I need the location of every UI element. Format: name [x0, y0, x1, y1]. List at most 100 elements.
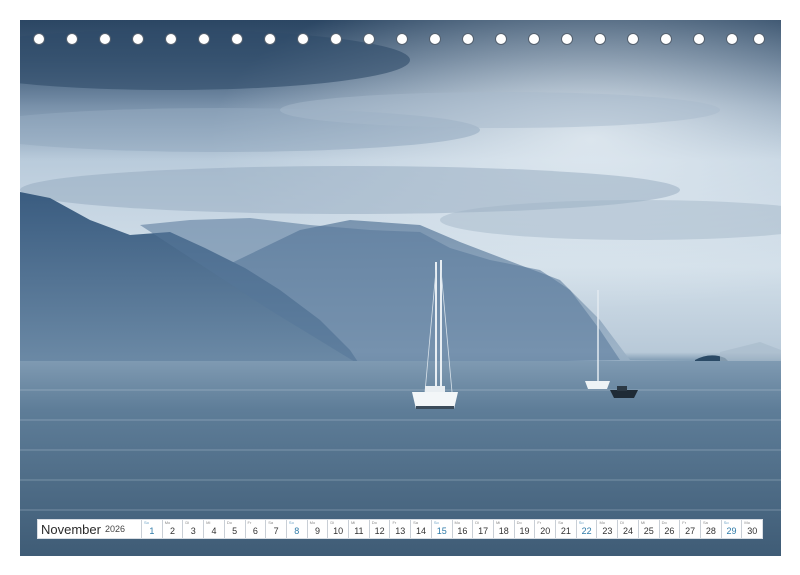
- day-number: 21: [560, 526, 571, 536]
- day-cell: Mi 11: [348, 520, 369, 538]
- binding-hole: [660, 33, 672, 45]
- calendar-strip: November 2026 So 1 Mo 2 Di 3 Mi 4 Do 5 Fr 6 Sa 7 So 8 Mo…: [37, 519, 763, 539]
- day-cell: So 29: [720, 520, 742, 538]
- day-cell: Sa 14: [410, 520, 431, 538]
- day-number: 12: [374, 526, 385, 536]
- binding-hole: [33, 33, 45, 45]
- day-number: 8: [294, 526, 300, 536]
- weekday-abbrev: So: [723, 520, 729, 525]
- day-number: 7: [273, 526, 279, 536]
- weekday-abbrev: Di: [620, 520, 624, 525]
- binding-hole: [429, 33, 441, 45]
- day-cell: Do 26: [658, 520, 680, 538]
- spiral-binding: [20, 33, 781, 51]
- day-number: 11: [354, 526, 364, 536]
- weekday-abbrev: Sa: [268, 520, 274, 525]
- day-number: 30: [747, 526, 758, 536]
- day-number: 3: [190, 526, 196, 536]
- year: 2026: [104, 524, 125, 534]
- day-number: 2: [170, 526, 176, 536]
- day-cell: Mi 4: [203, 520, 224, 538]
- day-number: 4: [211, 526, 217, 536]
- day-cell: Sa 7: [265, 520, 286, 538]
- day-number: 13: [395, 526, 406, 536]
- month-label: November 2026: [38, 520, 141, 538]
- day-cell: Sa 28: [699, 520, 721, 538]
- binding-hole: [462, 33, 474, 45]
- weekday-abbrev: So: [433, 520, 439, 525]
- day-cell: Di 24: [617, 520, 638, 538]
- binding-hole: [726, 33, 738, 45]
- day-cell: Fr 20: [534, 520, 555, 538]
- day-cell: Di 3: [182, 520, 203, 538]
- day-cell: Di 17: [472, 520, 493, 538]
- day-cell: Mo 16: [451, 520, 473, 538]
- landscape-photo: [20, 20, 781, 556]
- binding-hole: [231, 33, 243, 45]
- weekday-abbrev: Sa: [702, 520, 708, 525]
- binding-hole: [363, 33, 375, 45]
- weekday-abbrev: Mo: [164, 520, 171, 525]
- day-cell: So 8: [285, 520, 307, 538]
- day-number: 9: [314, 526, 320, 536]
- binding-hole: [753, 33, 765, 45]
- day-number: 6: [252, 526, 258, 536]
- day-cell: Mi 18: [492, 520, 514, 538]
- day-number: 18: [498, 526, 509, 536]
- weekday-abbrev: Mi: [495, 520, 501, 525]
- day-number: 15: [436, 526, 447, 536]
- weekday-abbrev: Mi: [206, 520, 211, 525]
- day-number: 28: [705, 526, 716, 536]
- binding-hole: [132, 33, 144, 45]
- weekday-abbrev: Mi: [640, 520, 646, 525]
- day-cell: Do 12: [368, 520, 390, 538]
- binding-hole: [198, 33, 210, 45]
- day-number: 17: [478, 526, 489, 536]
- day-cell: Mo 23: [596, 520, 617, 538]
- binding-hole: [99, 33, 111, 45]
- binding-hole: [627, 33, 639, 45]
- weekday-abbrev: Do: [661, 520, 667, 525]
- weekday-abbrev: Di: [475, 520, 480, 525]
- binding-hole: [561, 33, 573, 45]
- binding-hole: [495, 33, 507, 45]
- day-cell: Mo 2: [161, 520, 183, 538]
- weekday-abbrev: Fr: [682, 520, 687, 525]
- day-number: 20: [540, 526, 551, 536]
- day-grid: So 1 Mo 2 Di 3 Mi 4 Do 5 Fr 6 Sa 7 So 8 Mo 9 Di 10 Mi 11 Do 12 F…: [141, 520, 762, 538]
- weekday-abbrev: Fr: [537, 520, 542, 525]
- weekday-abbrev: Mo: [599, 520, 606, 525]
- weekday-abbrev: Fr: [392, 520, 397, 525]
- weekday-abbrev: Sa: [413, 520, 419, 525]
- binding-hole: [693, 33, 705, 45]
- day-number: 5: [232, 526, 238, 536]
- day-cell: So 15: [430, 520, 452, 538]
- weekday-abbrev: Di: [185, 520, 190, 525]
- day-number: 10: [333, 526, 344, 536]
- day-number: 29: [726, 526, 737, 536]
- day-cell: Fr 27: [679, 520, 700, 538]
- binding-hole: [297, 33, 309, 45]
- calendar-page: November 2026 So 1 Mo 2 Di 3 Mi 4 Do 5 Fr 6 Sa 7 So 8 Mo…: [0, 0, 800, 575]
- day-number: 1: [149, 526, 155, 536]
- weekday-abbrev: Do: [371, 520, 377, 525]
- day-number: 22: [581, 526, 592, 536]
- weekday-abbrev: Mo: [454, 520, 461, 525]
- day-cell: Sa 21: [555, 520, 576, 538]
- day-cell: Mo 30: [741, 520, 762, 538]
- day-number: 14: [415, 526, 426, 536]
- weekday-abbrev: Sa: [558, 520, 563, 525]
- day-cell: So 22: [575, 520, 597, 538]
- day-number: 19: [519, 526, 530, 536]
- binding-hole: [330, 33, 342, 45]
- binding-hole: [66, 33, 78, 45]
- binding-hole: [528, 33, 540, 45]
- weekday-abbrev: Mi: [351, 520, 356, 525]
- day-cell: Fr 6: [244, 520, 266, 538]
- weekday-abbrev: So: [288, 520, 294, 525]
- day-number: 26: [664, 526, 675, 536]
- day-number: 23: [602, 526, 613, 536]
- weekday-abbrev: Do: [226, 520, 232, 525]
- day-number: 25: [643, 526, 654, 536]
- day-cell: Di 10: [327, 520, 348, 538]
